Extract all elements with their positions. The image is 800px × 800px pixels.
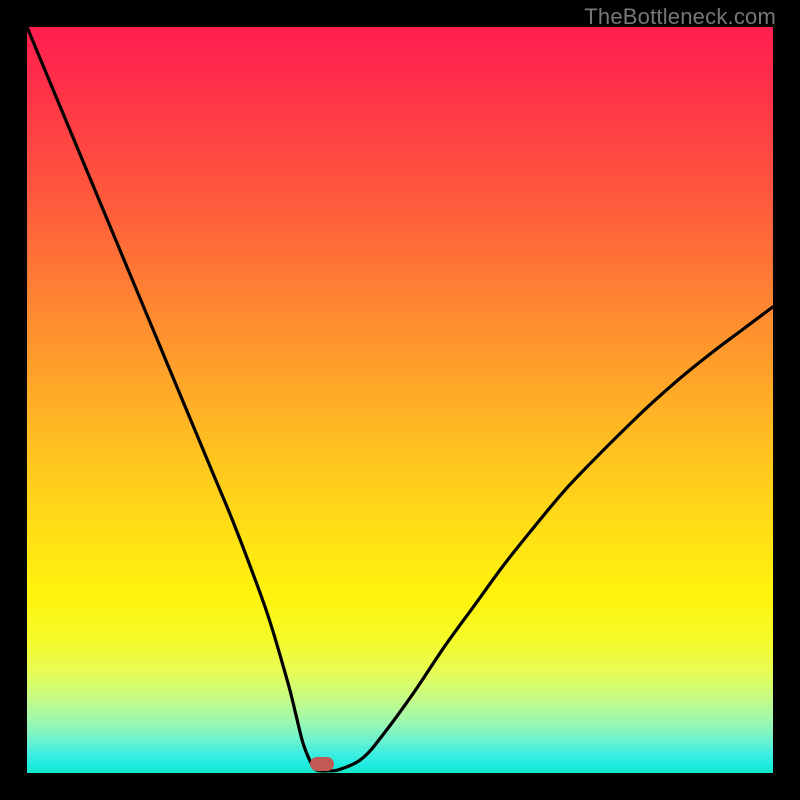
plot-area [27,27,773,773]
watermark-text: TheBottleneck.com [584,4,776,30]
bottleneck-curve [27,27,773,773]
optimal-point-marker [310,757,334,771]
chart-card: TheBottleneck.com [0,0,800,800]
